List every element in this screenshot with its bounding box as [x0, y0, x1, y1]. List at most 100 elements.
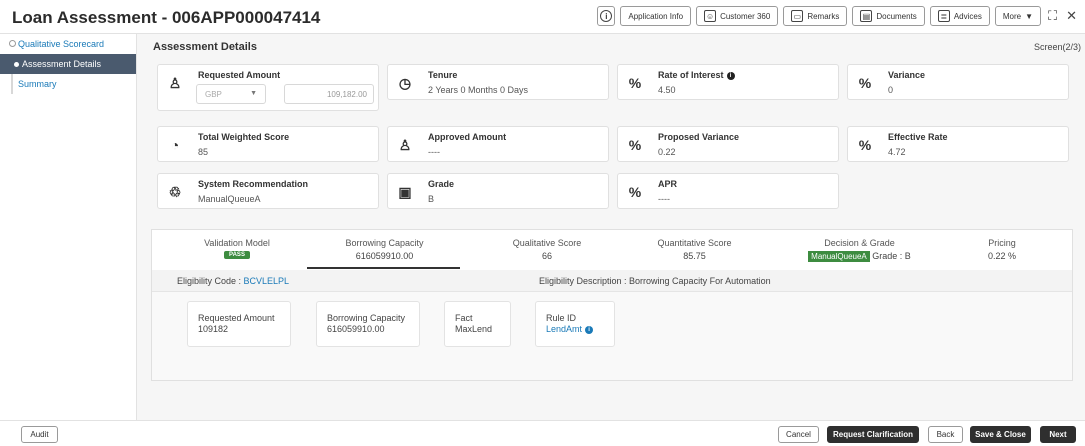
tab-qualitative-score[interactable]: Qualitative Score 66 [492, 238, 602, 261]
advices-label: Advices [953, 11, 982, 21]
grade-card: ▣ Grade B [387, 173, 609, 209]
card-label: Tenure [428, 70, 458, 80]
card-value: B [428, 194, 435, 204]
card-value: 85 [198, 147, 209, 157]
detail-value: MaxLend [455, 324, 493, 334]
card-label: Effective Rate [888, 132, 948, 142]
tab-label: Quantitative Score [657, 238, 732, 248]
page-title: Loan Assessment - 006APP000047414 [12, 8, 321, 27]
tab-quantitative-score[interactable]: Quantitative Score 85.75 [637, 238, 752, 261]
percent-icon: % [628, 137, 642, 153]
application-info-button[interactable]: Application Info [620, 6, 692, 26]
customer-360-button[interactable]: ☺ Customer 360 [696, 6, 779, 26]
grade-value: Grade : B [872, 251, 911, 261]
detail-label: Requested Amount [198, 313, 275, 323]
info-icon[interactable]: i [726, 72, 735, 80]
eligibility-code-link[interactable]: BCVLELPL [244, 276, 290, 286]
tab-label: Pricing [988, 238, 1016, 248]
back-button[interactable]: Back [928, 426, 963, 443]
active-tab-indicator [307, 267, 460, 269]
card-label: Variance [888, 70, 926, 80]
remarks-button[interactable]: ▭ Remarks [783, 6, 848, 26]
more-dropdown[interactable]: More ▼ [994, 6, 1041, 26]
eligibility-code-label: Eligibility Code : [177, 276, 244, 286]
tab-value: 66 [541, 251, 552, 261]
tab-label: Borrowing Capacity [345, 238, 424, 248]
total-weighted-score-card: ◔ Total Weighted Score 85 [157, 126, 379, 162]
percent-icon: % [628, 184, 642, 200]
documents-button[interactable]: ▤ Documents [852, 6, 925, 26]
close-icon[interactable]: ✕ [1064, 8, 1079, 24]
money-bag-icon: ♙ [168, 75, 182, 91]
tab-value: 616059910.00 [355, 251, 414, 261]
detail-label: Rule ID [546, 313, 577, 323]
caret-down-icon: ▼ [1025, 11, 1033, 21]
sidebar-item-qualitative-scorecard[interactable]: Qualitative Scorecard [0, 34, 136, 54]
card-label: APR [658, 179, 678, 189]
card-label-text: Rate of Interest [658, 70, 724, 80]
tab-label: Validation Model [204, 238, 270, 248]
request-clarification-button[interactable]: Request Clarification [827, 426, 919, 443]
eligibility-code: Eligibility Code : BCVLELPL [177, 276, 289, 286]
documents-icon: ▤ [860, 10, 873, 22]
clock-icon: ◷ [398, 75, 412, 91]
step-complete-icon [9, 40, 16, 47]
tab-pricing[interactable]: Pricing 0.22 % [967, 238, 1037, 261]
documents-label: Documents [876, 11, 917, 21]
step-connector [11, 74, 13, 94]
card-label: Proposed Variance [658, 132, 740, 142]
maximize-icon[interactable]: ⛶ [1046, 8, 1059, 24]
detail-label: Borrowing Capacity [327, 313, 406, 323]
sidebar-item-label: Assessment Details [22, 59, 102, 69]
card-label: Requested Amount [198, 70, 281, 80]
card-label: Rate of Interest i [658, 70, 735, 80]
application-info-label: Application Info [628, 11, 684, 21]
apr-card: % APR ---- [617, 173, 839, 209]
info-button[interactable]: i [597, 6, 616, 26]
page-footer: Audit Cancel Request Clarification Back … [0, 420, 1085, 446]
decision-panel: Validation Model PASS Borrowing Capacity… [151, 229, 1073, 381]
requested-amount-input[interactable]: 109,182.00 [284, 84, 374, 104]
approved-amount-card: ♙ Approved Amount ---- [387, 126, 609, 162]
sidebar-item-summary[interactable]: Summary [0, 74, 136, 94]
tab-value: 0.22 % [987, 251, 1017, 261]
tab-borrowing-capacity[interactable]: Borrowing Capacity 616059910.00 [317, 238, 452, 261]
cancel-button[interactable]: Cancel [778, 426, 819, 443]
save-close-button[interactable]: Save & Close [970, 426, 1031, 443]
card-label: Total Weighted Score [198, 132, 290, 142]
users-icon: ♲ [168, 184, 182, 200]
card-value: ManualQueueA [198, 194, 261, 204]
screen-indicator: Screen(2/3) [1033, 42, 1081, 52]
detail-label: Fact [455, 313, 473, 323]
main-content: Assessment Details Screen(2/3) ♙ Request… [138, 34, 1085, 420]
card-label: System Recommendation [198, 179, 309, 189]
advices-icon: ≣ [937, 10, 950, 22]
detail-box-fact: Fact MaxLend [444, 301, 511, 347]
card-value: ---- [658, 194, 670, 204]
card-value: 0 [888, 85, 894, 95]
advices-button[interactable]: ≣ Advices [929, 6, 990, 26]
rule-id-link[interactable]: LendAmt [546, 324, 582, 334]
next-button[interactable]: Next [1040, 426, 1076, 443]
sidebar: Qualitative Scorecard Assessment Details… [0, 34, 137, 420]
tab-decision-grade[interactable]: Decision & Grade ManualQueueA Grade : B [792, 238, 927, 262]
card-value: 4.50 [658, 85, 676, 95]
tab-validation-model[interactable]: Validation Model PASS [192, 238, 282, 259]
more-label: More [1002, 11, 1022, 21]
clipboard-icon: ▣ [398, 184, 412, 200]
detail-box-borrowing-capacity: Borrowing Capacity 616059910.00 [316, 301, 420, 347]
info-icon[interactable]: i [585, 326, 594, 334]
step-active-icon [14, 61, 19, 67]
comment-icon: ▭ [791, 10, 804, 22]
audit-button[interactable]: Audit [21, 426, 58, 443]
requested-amount-card: ♙ Requested Amount GBP ▼ 109,182.00 [157, 64, 379, 111]
rule-id-row: LendAmt i [546, 324, 604, 335]
caret-down-icon: ▼ [250, 90, 257, 97]
variance-card: % Variance 0 [847, 64, 1069, 100]
card-value: ---- [428, 147, 440, 157]
tab-value-row: ManualQueueA Grade : B [792, 251, 927, 262]
card-value: 0.22 [658, 147, 676, 157]
decision-badge: ManualQueueA [808, 251, 870, 262]
currency-select[interactable]: GBP ▼ [196, 84, 266, 104]
sidebar-item-assessment-details[interactable]: Assessment Details [0, 54, 136, 74]
